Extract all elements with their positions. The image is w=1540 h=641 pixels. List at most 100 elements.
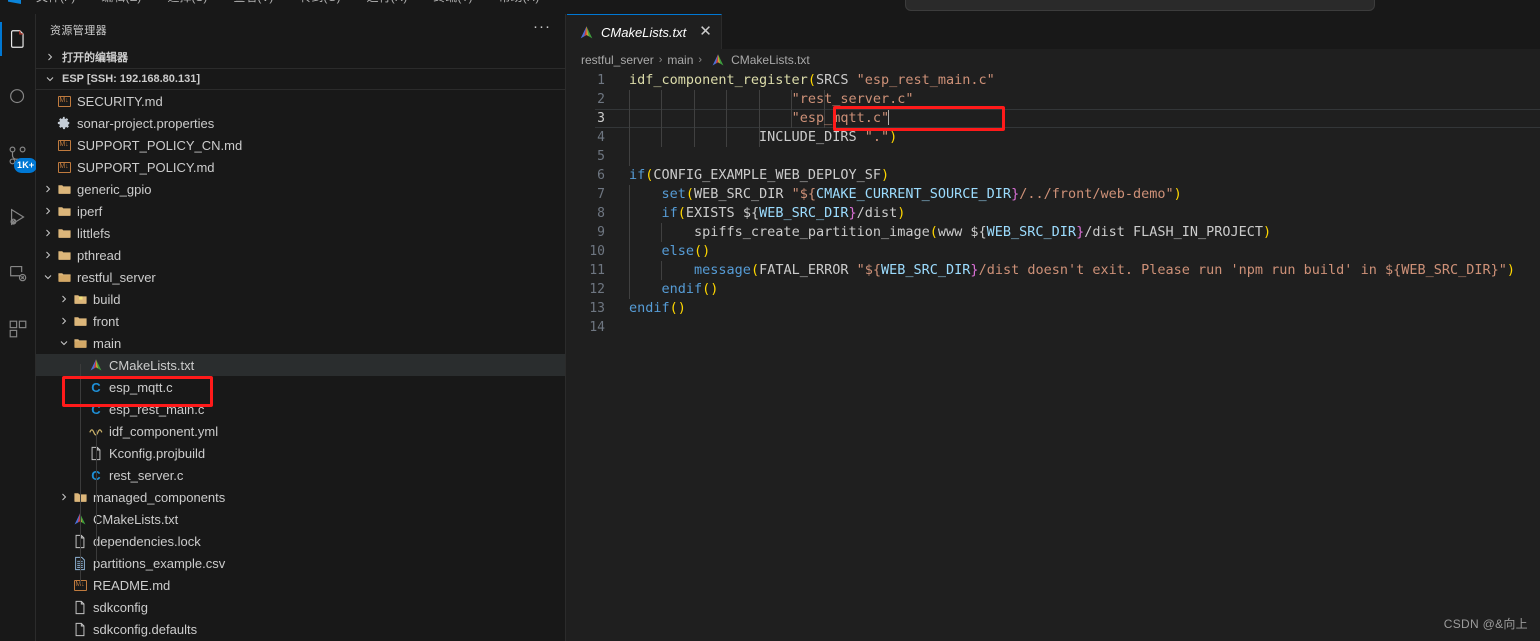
sidebar-title: 资源管理器	[50, 25, 107, 37]
tree-item-restful-server[interactable]: restful_server	[36, 266, 565, 288]
breadcrumb-item-1[interactable]: main	[667, 53, 693, 67]
code-line[interactable]: 13 endif()	[567, 299, 1540, 318]
code-line[interactable]: 14	[567, 318, 1540, 337]
tree-item-main[interactable]: main	[36, 332, 565, 354]
tree-item-esp-rest-main-c[interactable]: Cesp_rest_main.c	[36, 398, 565, 420]
tree-item-cmakelists-txt[interactable]: CMakeLists.txt	[36, 508, 565, 530]
tree-item-sdkconfig-defaults[interactable]: sdkconfig.defaults	[36, 618, 565, 640]
tree-item-iperf[interactable]: iperf	[36, 200, 565, 222]
code-line[interactable]: 1 idf_component_register(SRCS "esp_rest_m…	[567, 71, 1540, 90]
menu-item-edit[interactable]: 编辑(E)	[101, 0, 141, 5]
tree-item-sonar-project-properties[interactable]: sonar-project.properties	[36, 112, 565, 134]
menu-item-terminal[interactable]: 终端(T)	[433, 0, 472, 5]
tree-item-sdkconfig[interactable]: sdkconfig	[36, 596, 565, 618]
tree-item-littlefs[interactable]: littlefs	[36, 222, 565, 244]
menu-item-goto[interactable]: 转到(G)	[299, 0, 340, 5]
code-line[interactable]: 9 spiffs_create_partition_image(www ${WE…	[567, 223, 1540, 242]
chevron-down-icon[interactable]	[40, 269, 56, 285]
line-number: 4	[597, 130, 605, 145]
tree-item-cmakelists-txt[interactable]: CMakeLists.txt	[36, 354, 565, 376]
tree-item-kconfig-projbuild[interactable]: Kconfig.projbuild	[36, 442, 565, 464]
code-line[interactable]: 5	[567, 147, 1540, 166]
close-icon[interactable]: ✕	[699, 24, 712, 39]
tree-item-partitions-example-csv[interactable]: partitions_example.csv	[36, 552, 565, 574]
activity-item-extensions[interactable]	[0, 308, 36, 350]
tree-item-support-policy-md[interactable]: M↓ SUPPORT_POLICY.md	[36, 156, 565, 178]
menu-item-help[interactable]: 帮助(H)	[499, 0, 540, 5]
code-text: endif()	[661, 281, 719, 297]
tree-item-generic-gpio[interactable]: generic_gpio	[36, 178, 565, 200]
c-file-icon: C	[88, 379, 104, 395]
activity-item-run-and-debug[interactable]	[0, 196, 36, 238]
section-open-editors[interactable]: 打开的编辑器	[36, 46, 565, 68]
file-icon	[72, 599, 88, 615]
chevron-down-icon[interactable]	[56, 335, 72, 351]
tree-item-esp-mqtt-c[interactable]: Cesp_mqtt.c	[36, 376, 565, 398]
line-number: 5	[597, 149, 605, 164]
tree-item-security-md[interactable]: M↓ SECURITY.md	[36, 90, 565, 112]
tree-item-label: partitions_example.csv	[93, 555, 226, 571]
code-line[interactable]: 4 INCLUDE_DIRS ".")	[567, 128, 1540, 147]
activity-item-remote-explorer[interactable]	[0, 252, 36, 294]
tree-item-label: pthread	[77, 247, 122, 263]
menu-item-run[interactable]: 运行(R)	[367, 0, 408, 5]
breadcrumb-item-2[interactable]: CMakeLists.txt	[731, 53, 810, 67]
tree-item-dependencies-lock[interactable]: dependencies.lock	[36, 530, 565, 552]
tree-item-idf-component-yml[interactable]: idf_component.yml	[36, 420, 565, 442]
code-line[interactable]: 10 else()	[567, 242, 1540, 261]
tree-item-label: generic_gpio	[77, 181, 152, 197]
chevron-right-icon[interactable]	[40, 203, 56, 219]
folder-icon	[56, 225, 72, 241]
c-file-icon: C	[91, 379, 101, 395]
tree-item-readme-md[interactable]: M↓ README.md	[36, 574, 565, 596]
source-control-badge: 1K+	[14, 158, 38, 173]
tree-item-label: dependencies.lock	[93, 533, 201, 549]
editor-tab-cmakelists[interactable]: CMakeLists.txt ✕	[567, 14, 722, 49]
activity-item-source-control[interactable]: 1K+	[0, 134, 38, 176]
code-line[interactable]: 12 endif()	[567, 280, 1540, 299]
tree-item-pthread[interactable]: pthread	[36, 244, 565, 266]
chevron-right-icon[interactable]	[40, 247, 56, 263]
text-cursor	[888, 110, 890, 125]
tree-item-front[interactable]: front	[36, 310, 565, 332]
menu-bar[interactable]: 文件(F) 编辑(E) 选择(S) 查看(V) 转到(G) 运行(R) 终端(T…	[36, 0, 539, 5]
tree-indent-guide	[80, 364, 81, 584]
chevron-right-icon[interactable]	[40, 181, 56, 197]
chevron-down-icon	[42, 71, 58, 87]
activity-item-explorer[interactable]	[0, 18, 36, 60]
editor-tab-label: CMakeLists.txt	[601, 24, 687, 40]
chevron-right-icon[interactable]	[56, 313, 72, 329]
code-text: if(EXISTS ${WEB_SRC_DIR}/dist)	[661, 205, 906, 221]
chevron-right-icon[interactable]	[56, 489, 72, 505]
code-line[interactable]: 7 set(WEB_SRC_DIR "${CMAKE_CURRENT_SOURC…	[567, 185, 1540, 204]
code-line[interactable]: 11 message(FATAL_ERROR "${WEB_SRC_DIR}/d…	[567, 261, 1540, 280]
window-title-bar: 文件(F) 编辑(E) 选择(S) 查看(V) 转到(G) 运行(R) 终端(T…	[0, 0, 1540, 14]
chevron-right-icon[interactable]	[40, 225, 56, 241]
line-number: 1	[597, 73, 605, 88]
chevron-right-icon[interactable]	[56, 291, 72, 307]
tree-item-build[interactable]: build	[36, 288, 565, 310]
tree-item-rest-server-c[interactable]: Crest_server.c	[36, 464, 565, 486]
cmake-icon	[578, 24, 594, 40]
code-line[interactable]: 6 if(CONFIG_EXAMPLE_WEB_DEPLOY_SF)	[567, 166, 1540, 185]
activity-item-search[interactable]	[0, 76, 36, 118]
code-line[interactable]: 8 if(EXISTS ${WEB_SRC_DIR}/dist)	[567, 204, 1540, 223]
code-content[interactable]: 1 idf_component_register(SRCS "esp_rest_m…	[567, 71, 1540, 337]
tree-item-support-policy-cn-md[interactable]: M↓ SUPPORT_POLICY_CN.md	[36, 134, 565, 156]
menu-item-select[interactable]: 选择(S)	[167, 0, 207, 5]
menu-item-file[interactable]: 文件(F)	[36, 0, 75, 5]
menu-item-view[interactable]: 查看(V)	[233, 0, 273, 5]
code-line[interactable]: 3 "esp_mqtt.c"	[567, 109, 1540, 128]
breadcrumb-item-0[interactable]: restful_server	[581, 53, 654, 67]
explorer-sidebar: 资源管理器 ··· 打开的编辑器 ESP [SSH: 192.168.80.13…	[36, 14, 566, 641]
sidebar-more-actions-button[interactable]: ···	[533, 19, 551, 37]
code-line[interactable]: 2 "rest_server.c"	[567, 90, 1540, 109]
section-workspace-root[interactable]: ESP [SSH: 192.168.80.131]	[36, 68, 565, 90]
tree-item-label: sdkconfig	[93, 599, 148, 615]
tree-indent-guide	[96, 430, 97, 562]
tree-item-label: iperf	[77, 203, 103, 219]
line-number: 12	[589, 282, 605, 297]
markdown-icon: M↓	[56, 137, 72, 153]
tree-item-managed-components[interactable]: managed_components	[36, 486, 565, 508]
command-center-search[interactable]	[905, 0, 1375, 11]
